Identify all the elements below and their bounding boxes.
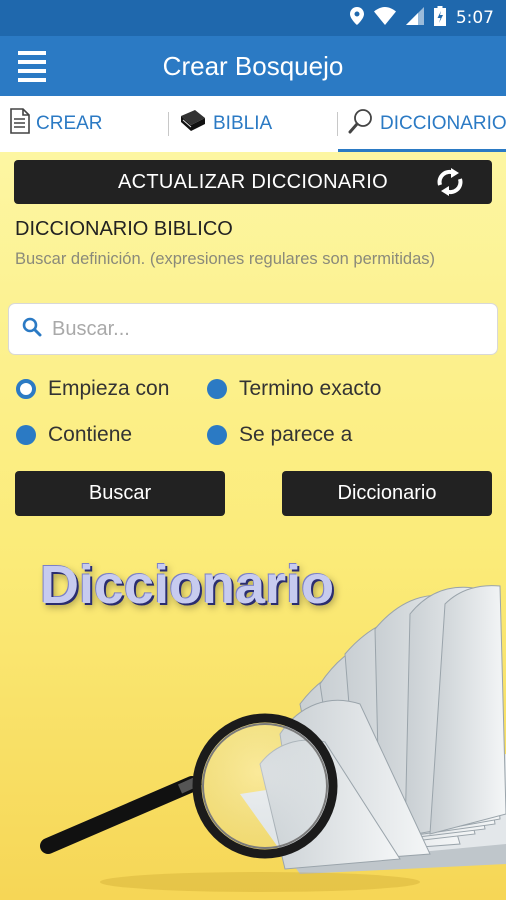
search-input[interactable] (50, 316, 474, 342)
battery-icon (433, 5, 446, 31)
wifi-icon (373, 6, 396, 30)
radio-contains[interactable]: Contiene (16, 423, 132, 447)
search-box[interactable] (8, 303, 498, 355)
radio-indicator (207, 425, 227, 445)
radio-label: Termino exacto (239, 377, 382, 400)
magnifier-icon (348, 108, 374, 140)
dictionary-button[interactable]: Diccionario (282, 471, 492, 516)
radio-exact-term[interactable]: Termino exacto (207, 377, 381, 401)
status-time: 5:07 (455, 8, 494, 28)
radio-indicator (207, 379, 227, 399)
section-title: DICCIONARIO BIBLICO (15, 218, 233, 240)
search-icon (22, 317, 42, 342)
tab-label: BIBLIA (213, 113, 273, 134)
section-subtitle: Buscar definición. (expresiones regulare… (15, 250, 436, 268)
signal-icon (405, 6, 424, 30)
refresh-icon (434, 167, 466, 203)
radio-starts-with[interactable]: Empieza con (16, 377, 169, 401)
dictionary-banner: Diccionario (0, 544, 506, 900)
menu-button[interactable] (0, 36, 64, 96)
tab-biblia[interactable]: BIBLIA (169, 96, 337, 152)
update-dictionary-label: ACTUALIZAR DICCIONARIO (118, 170, 388, 193)
dictionary-panel: ACTUALIZAR DICCIONARIO DICCIONARIO BIBLI… (0, 152, 506, 900)
search-button[interactable]: Buscar (15, 471, 225, 516)
status-bar: 5:07 (0, 0, 506, 36)
update-dictionary-button[interactable]: ACTUALIZAR DICCIONARIO (14, 160, 492, 204)
app-bar: Crear Bosquejo (0, 36, 506, 96)
radio-label: Contiene (48, 423, 133, 446)
radio-selected-indicator (16, 379, 36, 399)
tab-label: CREAR (36, 113, 103, 134)
hamburger-icon (18, 50, 46, 55)
radio-similar-to[interactable]: Se parece a (207, 423, 352, 447)
banner-title: Diccionario (40, 555, 335, 615)
app-title: Crear Bosquejo (162, 50, 344, 81)
location-icon (349, 6, 364, 30)
radio-label: Empieza con (48, 377, 170, 400)
radio-label: Se parece a (239, 423, 353, 446)
tab-label: DICCIONARIO (380, 113, 506, 134)
tab-crear[interactable]: CREAR (0, 96, 168, 152)
radio-indicator (16, 425, 36, 445)
bible-icon (179, 108, 207, 140)
tab-bar: CREAR BIBLIA DICCIONARIO (0, 96, 506, 152)
tab-diccionario[interactable]: DICCIONARIO (338, 96, 506, 152)
document-icon (10, 108, 30, 140)
